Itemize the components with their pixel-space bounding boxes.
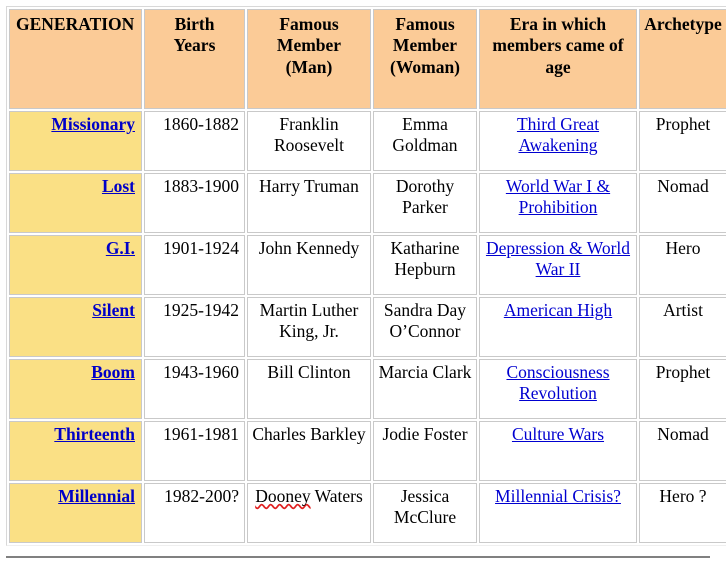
cell-birth-years: 1982-200? bbox=[144, 483, 245, 543]
column-header-birth-years: Birth Years bbox=[144, 9, 245, 109]
cell-birth-years: 1943-1960 bbox=[144, 359, 245, 419]
table-row: Thirteenth 1961-1981 Charles Barkley Jod… bbox=[9, 421, 726, 481]
table-row: Silent 1925-1942 Martin Luther King, Jr.… bbox=[9, 297, 726, 357]
column-header-generation-label: GENERATION bbox=[16, 14, 135, 34]
column-header-generation: GENERATION bbox=[9, 9, 142, 109]
era-link[interactable]: American High bbox=[504, 300, 612, 320]
generation-link[interactable]: Millennial bbox=[58, 486, 135, 506]
cell-famous-member-man: John Kennedy bbox=[247, 235, 371, 295]
era-link[interactable]: Culture Wars bbox=[512, 424, 604, 444]
cell-famous-member-woman: Marcia Clark bbox=[373, 359, 477, 419]
cell-era[interactable]: Third Great Awakening bbox=[479, 111, 637, 171]
cell-archetype: Hero ? bbox=[639, 483, 726, 543]
column-header-famous-member-woman: Famous Member (Woman) bbox=[373, 9, 477, 109]
table-row: Millennial 1982-200? Dooney Waters Jessi… bbox=[9, 483, 726, 543]
table-row: Lost 1883-1900 Harry Truman Dorothy Park… bbox=[9, 173, 726, 233]
table-body: Missionary 1860-1882 Franklin Roosevelt … bbox=[9, 111, 726, 543]
table-row: G.I. 1901-1924 John Kennedy Katharine He… bbox=[9, 235, 726, 295]
cell-era[interactable]: Depression & World War II bbox=[479, 235, 637, 295]
generations-table: GENERATION Birth Years Famous Member (Ma… bbox=[6, 6, 726, 546]
era-link[interactable]: Third Great Awakening bbox=[517, 114, 599, 155]
cell-famous-member-man: Charles Barkley bbox=[247, 421, 371, 481]
column-header-famous-member-man-line3: (Man) bbox=[285, 56, 333, 77]
column-header-era: Era in which members came of age bbox=[479, 9, 637, 109]
cell-birth-years: 1860-1882 bbox=[144, 111, 245, 171]
page-root: GENERATION Birth Years Famous Member (Ma… bbox=[0, 0, 726, 576]
bottom-divider bbox=[6, 556, 710, 558]
cell-famous-member-woman: Emma Goldman bbox=[373, 111, 477, 171]
cell-generation[interactable]: Lost bbox=[9, 173, 142, 233]
generation-link[interactable]: Lost bbox=[102, 176, 135, 196]
cell-famous-member-man: Harry Truman bbox=[247, 173, 371, 233]
column-header-birth-years-line1: Birth bbox=[174, 14, 215, 34]
era-link[interactable]: Depression & World War II bbox=[486, 238, 630, 279]
cell-famous-member-man: Martin Luther King, Jr. bbox=[247, 297, 371, 357]
cell-famous-member-man-rest: Waters bbox=[310, 486, 363, 506]
cell-era[interactable]: Culture Wars bbox=[479, 421, 637, 481]
cell-archetype: Artist bbox=[639, 297, 726, 357]
cell-famous-member-woman: Jessica McClure bbox=[373, 483, 477, 543]
table-header: GENERATION Birth Years Famous Member (Ma… bbox=[9, 9, 726, 109]
cell-archetype: Nomad bbox=[639, 421, 726, 481]
generation-link[interactable]: Missionary bbox=[51, 114, 135, 134]
cell-famous-member-man: Dooney Waters bbox=[247, 483, 371, 543]
column-header-famous-member-man: Famous Member (Man) bbox=[247, 9, 371, 109]
era-link[interactable]: Consciousness Revolution bbox=[506, 362, 609, 403]
cell-generation[interactable]: Missionary bbox=[9, 111, 142, 171]
spellcheck-misspelled-word: Dooney bbox=[255, 486, 311, 506]
column-header-birth-years-line2: Years bbox=[173, 35, 216, 56]
cell-era[interactable]: World War I & Prohibition bbox=[479, 173, 637, 233]
cell-archetype: Hero bbox=[639, 235, 726, 295]
cell-era[interactable]: Millennial Crisis? bbox=[479, 483, 637, 543]
generation-link[interactable]: Thirteenth bbox=[54, 424, 135, 444]
column-header-era-label: Era in which members came of age bbox=[492, 14, 624, 77]
cell-birth-years: 1883-1900 bbox=[144, 173, 245, 233]
cell-generation[interactable]: G.I. bbox=[9, 235, 142, 295]
cell-era[interactable]: American High bbox=[479, 297, 637, 357]
cell-famous-member-woman: Jodie Foster bbox=[373, 421, 477, 481]
column-header-archetype: Archetype bbox=[639, 9, 726, 109]
cell-generation[interactable]: Thirteenth bbox=[9, 421, 142, 481]
column-header-famous-member-woman-line3: (Woman) bbox=[390, 56, 460, 77]
cell-era[interactable]: Consciousness Revolution bbox=[479, 359, 637, 419]
column-header-famous-member-man-line2: Member bbox=[276, 35, 342, 56]
cell-archetype: Prophet bbox=[639, 359, 726, 419]
column-header-famous-member-woman-line1: Famous bbox=[395, 14, 455, 34]
table-header-row: GENERATION Birth Years Famous Member (Ma… bbox=[9, 9, 726, 109]
era-link[interactable]: Millennial Crisis? bbox=[495, 486, 621, 506]
column-header-famous-member-woman-line2: Member bbox=[392, 35, 458, 56]
table-row: Missionary 1860-1882 Franklin Roosevelt … bbox=[9, 111, 726, 171]
cell-generation[interactable]: Silent bbox=[9, 297, 142, 357]
cell-birth-years: 1925-1942 bbox=[144, 297, 245, 357]
cell-famous-member-woman: Katharine Hepburn bbox=[373, 235, 477, 295]
table-row: Boom 1943-1960 Bill Clinton Marcia Clark… bbox=[9, 359, 726, 419]
cell-birth-years: 1901-1924 bbox=[144, 235, 245, 295]
cell-famous-member-man: Bill Clinton bbox=[247, 359, 371, 419]
cell-birth-years: 1961-1981 bbox=[144, 421, 245, 481]
cell-archetype: Nomad bbox=[639, 173, 726, 233]
column-header-archetype-label: Archetype bbox=[644, 14, 722, 34]
era-link[interactable]: World War I & Prohibition bbox=[506, 176, 610, 217]
generation-link[interactable]: Boom bbox=[91, 362, 135, 382]
cell-generation[interactable]: Millennial bbox=[9, 483, 142, 543]
cell-archetype: Prophet bbox=[639, 111, 726, 171]
generation-link[interactable]: Silent bbox=[92, 300, 135, 320]
generation-link[interactable]: G.I. bbox=[106, 238, 135, 258]
cell-generation[interactable]: Boom bbox=[9, 359, 142, 419]
cell-famous-member-woman: Sandra Day O’Connor bbox=[373, 297, 477, 357]
column-header-famous-member-man-line1: Famous bbox=[279, 14, 339, 34]
cell-famous-member-man: Franklin Roosevelt bbox=[247, 111, 371, 171]
cell-famous-member-woman: Dorothy Parker bbox=[373, 173, 477, 233]
